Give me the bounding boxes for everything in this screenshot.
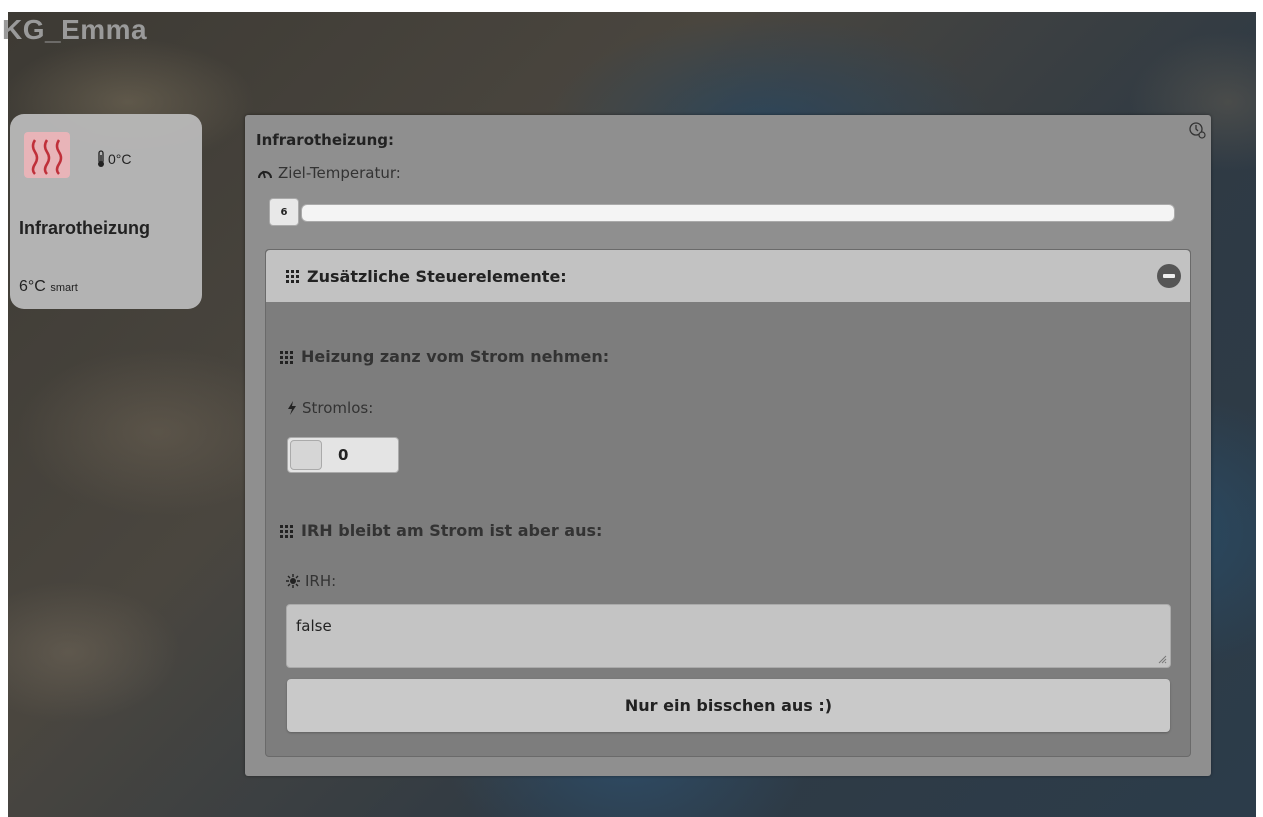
device-dialog: Infrarotheizung: Ziel-Temperatur: 6 Zusä…	[245, 115, 1211, 776]
section-irh-text: IRH bleibt am Strom ist aber aus:	[301, 521, 603, 540]
collapse-minus-icon[interactable]	[1157, 264, 1181, 288]
temperature-slider-handle[interactable]: 6	[269, 198, 299, 226]
tile-value-number: 6°C	[19, 278, 46, 295]
tile-value: 6°C smart	[19, 278, 78, 296]
tile-value-suffix: smart	[50, 282, 78, 294]
toggle-value: 0	[338, 446, 349, 464]
target-temperature-text: Ziel-Temperatur:	[278, 164, 401, 182]
gauge-icon	[257, 167, 273, 179]
stromlos-label: Stromlos:	[287, 399, 373, 417]
section-power-off-title: Heizung zanz vom Strom nehmen:	[279, 347, 609, 366]
nur-ein-bisschen-aus-button[interactable]: Nur ein bisschen aus :)	[287, 679, 1170, 732]
temperature-slider-track[interactable]	[301, 204, 1175, 222]
dialog-title: Infrarotheizung:	[256, 131, 394, 149]
thermometer-icon	[96, 150, 106, 168]
page-title: KG_Emma	[2, 14, 148, 45]
irh-textarea-value: false	[296, 617, 332, 635]
tile-temperature: 0°C	[96, 150, 132, 168]
section-power-off-text: Heizung zanz vom Strom nehmen:	[301, 347, 610, 366]
tile-name: Infrarotheizung	[19, 218, 150, 238]
extra-controls-title: Zusätzliche Steuerelemente:	[307, 266, 567, 286]
sun-icon	[286, 574, 300, 588]
stromlos-text: Stromlos:	[302, 399, 374, 417]
grid-icon	[279, 350, 295, 364]
stromlos-toggle[interactable]: 0	[287, 437, 399, 473]
irh-label: IRH:	[286, 572, 336, 590]
lightning-icon	[287, 401, 297, 415]
tile-temperature-value: 0°C	[108, 151, 132, 167]
heat-waves-icon	[24, 132, 70, 178]
grid-icon	[285, 269, 301, 283]
irh-text: IRH:	[305, 572, 337, 590]
irh-textarea[interactable]: false	[286, 604, 1171, 668]
target-temperature-label: Ziel-Temperatur:	[257, 164, 401, 182]
extra-controls-panel: Zusätzliche Steuerelemente: Heizung zanz…	[265, 249, 1191, 757]
section-irh-title: IRH bleibt am Strom ist aber aus:	[279, 521, 602, 540]
toggle-knob[interactable]	[290, 440, 322, 470]
grid-icon	[279, 524, 295, 538]
history-clock-icon[interactable]	[1187, 120, 1207, 140]
resize-grip-icon[interactable]	[1157, 654, 1167, 664]
extra-controls-header[interactable]: Zusätzliche Steuerelemente:	[266, 250, 1190, 302]
device-tile[interactable]: 0°C Infrarotheizung 6°C smart	[10, 114, 202, 309]
